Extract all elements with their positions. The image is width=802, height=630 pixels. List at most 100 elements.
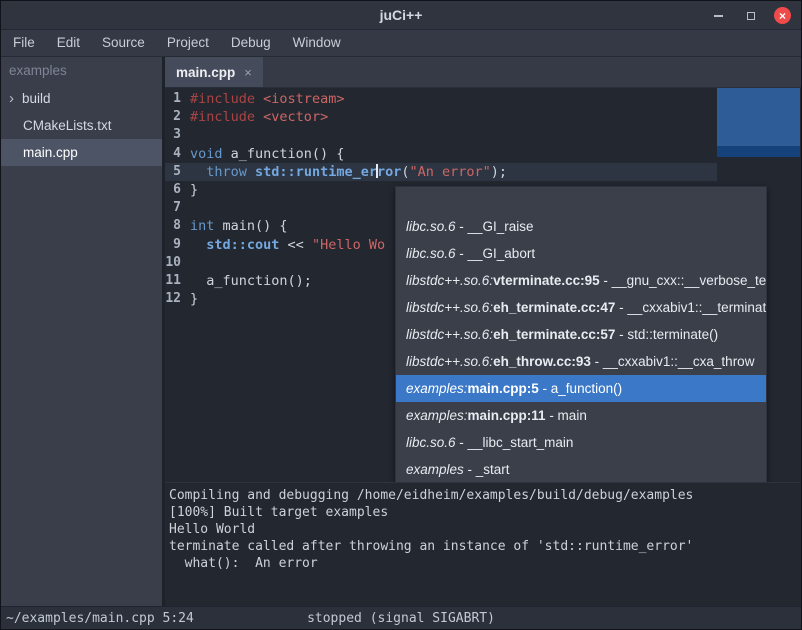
menu-item-debug[interactable]: Debug xyxy=(220,30,282,56)
stack-frame-location: main.cpp:5 xyxy=(468,381,539,396)
menu-item-window[interactable]: Window xyxy=(282,30,352,56)
body: examples ›buildCMakeLists.txtmain.cpp ma… xyxy=(1,57,801,606)
minimize-icon xyxy=(714,15,723,17)
tree-item-label: CMakeLists.txt xyxy=(23,112,112,139)
line-number: 9 xyxy=(165,236,186,254)
stack-frame-library: examples: xyxy=(406,381,468,396)
stack-frame-function: - __GI_abort xyxy=(456,246,536,261)
stack-frame[interactable]: examples:main.cpp:5 - a_function() xyxy=(396,375,766,402)
stack-frame[interactable]: examples:main.cpp:11 - main xyxy=(396,402,766,429)
stack-frame-library: libstdc++.so.6: xyxy=(406,354,493,369)
menu-item-source[interactable]: Source xyxy=(91,30,156,56)
line-number: 1 xyxy=(165,90,186,108)
code-text: } xyxy=(186,181,198,199)
line-number: 2 xyxy=(165,108,186,126)
tree-item-cmakelists-txt[interactable]: CMakeLists.txt xyxy=(1,112,162,139)
tab-main-cpp[interactable]: main.cpp × xyxy=(165,57,263,87)
code-text: void a_function() { xyxy=(186,145,344,163)
stack-frame-library: libstdc++.so.6: xyxy=(406,327,493,342)
stack-frame-library: libstdc++.so.6: xyxy=(406,300,493,315)
stack-frame[interactable]: libstdc++.so.6:eh_terminate.cc:47 - __cx… xyxy=(396,294,766,321)
tooltip-overlay-strip xyxy=(717,146,800,157)
window-controls: × xyxy=(710,1,791,30)
app-window: juCi++ × FileEditSourceProjectDebugWindo… xyxy=(0,0,802,630)
code-text xyxy=(186,199,190,217)
stack-frame-library: libc.so.6 xyxy=(406,246,456,261)
tree-item-label: main.cpp xyxy=(23,139,78,166)
main-area: main.cpp × 1#include <iostream>2#include … xyxy=(165,57,801,606)
line-number: 10 xyxy=(165,254,186,272)
stack-frame-function: - a_function() xyxy=(539,381,622,396)
restore-button[interactable] xyxy=(742,7,759,24)
stack-frame-library: libc.so.6 xyxy=(406,219,456,234)
close-button[interactable]: × xyxy=(774,7,791,24)
stack-frame-function: - std::terminate() xyxy=(615,327,718,342)
stack-frame-library: examples xyxy=(406,462,464,477)
code-text: } xyxy=(186,290,198,308)
stack-list: libc.so.6 - __GI_raiselibc.so.6 - __GI_a… xyxy=(396,213,766,482)
code-editor[interactable]: 1#include <iostream>2#include <vector>34… xyxy=(165,88,801,482)
menu-item-file[interactable]: File xyxy=(2,30,46,56)
restore-icon xyxy=(747,12,755,20)
window-title: juCi++ xyxy=(1,1,801,30)
terminal-line: Hello World xyxy=(169,521,801,538)
tree-item-main-cpp[interactable]: main.cpp xyxy=(1,139,162,166)
code-text: #include <iostream> xyxy=(186,90,344,108)
line-number: 11 xyxy=(165,272,186,290)
terminal-line: what(): An error xyxy=(169,555,801,572)
tab-close-icon[interactable]: × xyxy=(244,65,252,80)
code-line-2[interactable]: 2#include <vector> xyxy=(165,108,801,126)
tab-label: main.cpp xyxy=(176,65,235,80)
tooltip-overlay xyxy=(717,88,800,157)
menu-item-project[interactable]: Project xyxy=(156,30,220,56)
code-line-1[interactable]: 1#include <iostream> xyxy=(165,90,801,108)
stack-frame[interactable]: libc.so.6 - __GI_abort xyxy=(396,240,766,267)
stack-frame[interactable]: libc.so.6 - __libc_start_main xyxy=(396,429,766,456)
code-text: int main() { xyxy=(186,217,288,235)
stack-frame-function: - __libc_start_main xyxy=(456,435,574,450)
code-text: #include <vector> xyxy=(186,108,328,126)
line-number: 5 xyxy=(165,163,186,181)
menubar: FileEditSourceProjectDebugWindow xyxy=(1,30,801,57)
project-name: examples xyxy=(1,57,162,85)
code-text xyxy=(186,254,190,272)
sidebar: examples ›buildCMakeLists.txtmain.cpp xyxy=(1,57,162,606)
stack-frame-library: examples: xyxy=(406,408,468,423)
stack-frame[interactable]: examples - _start xyxy=(396,456,766,482)
stack-frame[interactable]: libstdc++.so.6:eh_terminate.cc:57 - std:… xyxy=(396,321,766,348)
stack-frame[interactable]: libstdc++.so.6:eh_throw.cc:93 - __cxxabi… xyxy=(396,348,766,375)
terminal-line: terminate called after throwing an insta… xyxy=(169,538,801,555)
line-number: 7 xyxy=(165,199,186,217)
tree-item-build[interactable]: ›build xyxy=(1,85,162,112)
stack-frame[interactable]: libc.so.6 - __GI_raise xyxy=(396,213,766,240)
stack-frame-function: - __cxxabiv1::__terminate xyxy=(615,300,766,315)
line-number: 4 xyxy=(165,145,186,163)
terminal-line: [100%] Built target examples xyxy=(169,504,801,521)
menu-item-edit[interactable]: Edit xyxy=(46,30,91,56)
file-tree: ›buildCMakeLists.txtmain.cpp xyxy=(1,85,162,166)
line-number: 8 xyxy=(165,217,186,235)
stack-frame[interactable]: libstdc++.so.6:vterminate.cc:95 - __gnu_… xyxy=(396,267,766,294)
statusbar: ~/examples/main.cpp 5:24 stopped (signal… xyxy=(1,606,801,629)
stack-frame-function: - __GI_raise xyxy=(456,219,534,234)
stack-frame-function: - __cxxabiv1::__cxa_throw xyxy=(591,354,755,369)
code-line-3[interactable]: 3 xyxy=(165,126,801,144)
debug-status: stopped (signal SIGABRT) xyxy=(307,611,495,626)
stack-frame-function: - main xyxy=(546,408,587,423)
stack-frame-function: - __gnu_cxx::__verbose_terminate_handler xyxy=(600,273,766,288)
code-line-4[interactable]: 4void a_function() { xyxy=(165,145,801,163)
code-line-5[interactable]: 5 throw std::runtime_error("An error"); xyxy=(165,163,801,181)
code-text: a_function(); xyxy=(186,272,312,290)
tree-item-label: build xyxy=(22,85,51,112)
minimize-button[interactable] xyxy=(710,7,727,24)
stack-frame-location: vterminate.cc:95 xyxy=(493,273,600,288)
stack-frame-location: eh_terminate.cc:47 xyxy=(493,300,615,315)
stack-frame-library: libstdc++.so.6: xyxy=(406,273,493,288)
tabbar: main.cpp × xyxy=(165,57,801,88)
terminal-output[interactable]: Compiling and debugging /home/eidheim/ex… xyxy=(165,482,801,606)
stack-frame-location: eh_throw.cc:93 xyxy=(493,354,591,369)
file-path-status: ~/examples/main.cpp 5:24 xyxy=(1,611,194,626)
line-number: 12 xyxy=(165,290,186,308)
titlebar[interactable]: juCi++ × xyxy=(1,1,801,30)
code-text: throw std::runtime_error("An error"); xyxy=(186,163,507,181)
